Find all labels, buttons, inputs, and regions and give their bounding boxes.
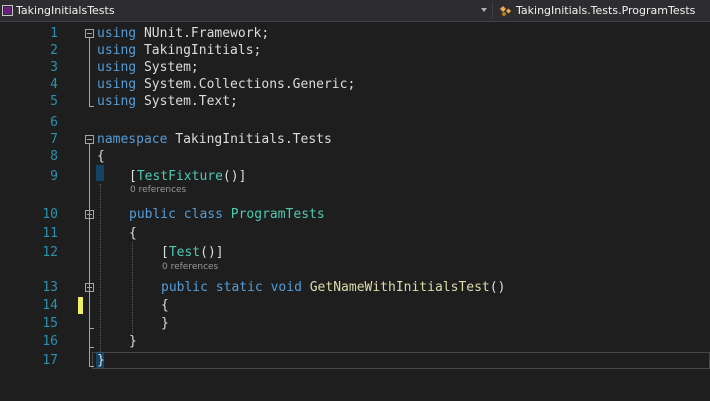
navbar-separator — [492, 2, 493, 19]
line-number: 9 — [50, 169, 58, 184]
identifier-token: System; — [136, 60, 199, 75]
line-number: 6 — [50, 115, 58, 130]
keyword-token: using — [97, 26, 137, 41]
code-line: } — [97, 352, 105, 369]
code-line: { — [129, 225, 137, 242]
indent-guide — [132, 242, 133, 333]
code-line: public class ProgramTests — [129, 206, 325, 223]
project-dropdown[interactable]: TakingInitialsTests — [0, 0, 490, 21]
brace-token: { — [129, 226, 137, 241]
code-line: using NUnit.Framework; — [97, 25, 269, 42]
identifier-token: System.Collections.Generic; — [136, 77, 356, 92]
line-number: 10 — [42, 207, 58, 222]
punctuation-token: ()] — [200, 245, 224, 260]
line-number: 12 — [42, 245, 58, 260]
brace-token: } — [161, 316, 169, 331]
collapse-toggle-icon[interactable] — [85, 135, 94, 144]
codelens-references[interactable]: 0 references — [162, 262, 218, 273]
current-line-highlight — [92, 352, 710, 369]
punctuation-token: ()] — [222, 169, 247, 184]
code-line: } — [129, 333, 137, 350]
line-number: 17 — [42, 353, 58, 368]
chevron-down-icon[interactable] — [480, 6, 488, 14]
code-line: public static void GetNameWithInitialsTe… — [161, 279, 505, 296]
identifier-token: TakingInitials; — [136, 43, 262, 58]
keyword-token: using — [97, 94, 137, 109]
project-name: TakingInitialsTests — [16, 4, 115, 17]
class-icon — [500, 6, 511, 17]
outline-bracket-end — [89, 106, 94, 107]
brace-token: } — [97, 353, 105, 368]
collapse-toggle-icon[interactable] — [85, 210, 94, 219]
line-number: 3 — [50, 60, 58, 75]
code-line: [TestFixture()] — [129, 168, 246, 185]
line-number: 11 — [42, 226, 58, 241]
code-line: using System.Collections.Generic; — [97, 76, 355, 93]
line-number: 7 — [50, 132, 58, 147]
type-token: ProgramTests — [230, 207, 325, 222]
keyword-token: public — [129, 207, 176, 222]
navigation-bar: TakingInitialsTests TakingInitials.Tests… — [0, 0, 710, 22]
codelens-references[interactable]: 0 references — [130, 185, 186, 196]
line-number: 14 — [42, 298, 58, 313]
code-line: namespace TakingInitials.Tests — [97, 131, 332, 148]
code-line: { — [97, 148, 105, 165]
identifier-token: TakingInitials.Tests — [167, 132, 332, 147]
collapse-toggle-icon[interactable] — [85, 29, 94, 38]
method-token: GetNameWithInitialsTest — [309, 280, 490, 295]
line-number: 15 — [42, 316, 58, 331]
line-number: 8 — [50, 149, 58, 164]
outline-bracket-end — [89, 328, 94, 329]
line-number: 2 — [50, 43, 58, 58]
keyword-token: using — [97, 43, 137, 58]
punctuation-token: () — [489, 280, 506, 295]
brace-token: { — [161, 298, 169, 313]
identifier-token: System.Text; — [136, 94, 238, 109]
code-editor[interactable]: 1 2 3 4 5 6 7 8 9 10 11 12 13 14 15 16 1… — [0, 22, 710, 401]
punctuation-token: [ — [129, 169, 137, 184]
code-line: { — [161, 297, 169, 314]
member-dropdown[interactable]: TakingInitials.Tests.ProgramTests — [495, 0, 710, 21]
collapse-toggle-icon[interactable] — [85, 283, 94, 292]
code-line: [Test()] — [161, 244, 224, 261]
keyword-token: namespace — [97, 132, 168, 147]
brace-token: } — [129, 334, 137, 349]
change-marker — [78, 297, 83, 314]
outline-bracket — [89, 38, 90, 106]
attribute-token: Test — [168, 245, 201, 260]
keyword-token: static — [215, 280, 263, 295]
keyword-token: class — [183, 207, 223, 222]
indent-guide — [100, 184, 101, 352]
attribute-token: TestFixture — [136, 169, 223, 184]
keyword-token: public — [161, 280, 208, 295]
punctuation-token: [ — [161, 245, 169, 260]
code-line: } — [161, 315, 169, 332]
keyword-token: using — [97, 77, 137, 92]
outline-bracket-end — [89, 347, 94, 348]
csharp-project-icon — [2, 5, 13, 16]
keyword-token: void — [270, 280, 302, 295]
line-number: 1 — [50, 26, 58, 41]
keyword-token: using — [97, 60, 137, 75]
line-number: 13 — [42, 280, 58, 295]
outline-bracket — [89, 144, 90, 366]
line-number: 5 — [50, 94, 58, 109]
brace-token: { — [97, 149, 105, 164]
code-line: using System.Text; — [97, 93, 238, 110]
line-number: 16 — [42, 334, 58, 349]
code-line: using System; — [97, 59, 199, 76]
code-line: using TakingInitials; — [97, 42, 261, 59]
brace-match-highlight — [96, 165, 104, 181]
line-number: 4 — [50, 77, 58, 92]
outline-bracket-end — [89, 366, 94, 367]
member-name: TakingInitials.Tests.ProgramTests — [516, 4, 696, 17]
identifier-token: NUnit.Framework; — [136, 26, 270, 41]
